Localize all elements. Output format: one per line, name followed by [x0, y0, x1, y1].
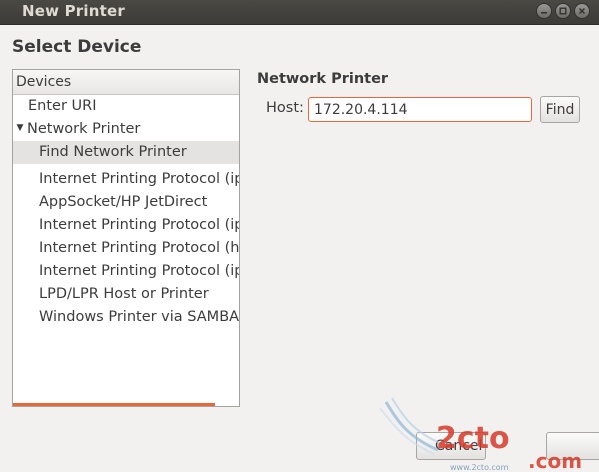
tree-item-label: Internet Printing Protocol (ipp — [39, 217, 240, 233]
tree-item-network-printer[interactable]: ▼ Network Printer — [13, 118, 239, 141]
device-list-header[interactable]: Devices — [13, 70, 239, 95]
cancel-button[interactable]: Cancel — [416, 432, 486, 460]
expander-arrow-icon[interactable]: ▼ — [13, 118, 27, 139]
tree-item-label: LPD/LPR Host or Printer — [39, 286, 209, 302]
host-label: Host: — [266, 100, 304, 116]
maximize-icon[interactable] — [555, 3, 571, 19]
close-icon[interactable] — [574, 3, 590, 19]
host-input[interactable] — [308, 97, 532, 122]
tree-item-label: Network Printer — [27, 121, 141, 137]
forward-button[interactable] — [546, 432, 599, 460]
find-button[interactable]: Find — [540, 96, 580, 123]
device-list: Devices Enter URI ▼ Network Printer Find … — [12, 69, 240, 407]
tree-item-ipp-3[interactable]: Internet Printing Protocol (ipp — [13, 260, 240, 283]
tree-item-label: Windows Printer via SAMBA — [39, 309, 240, 325]
minimize-icon[interactable] — [536, 3, 552, 19]
tree-item-lpd[interactable]: LPD/LPR Host or Printer — [13, 283, 239, 306]
tree-item-find-network-printer[interactable]: Find Network Printer — [13, 141, 239, 164]
new-printer-window: New Printer Select Device Devices Enter … — [0, 0, 599, 472]
tree-item-enter-uri[interactable]: Enter URI — [13, 95, 239, 118]
tree-item-ipp-2[interactable]: Internet Printing Protocol (ipp — [13, 214, 240, 237]
tree-item-label: Enter URI — [28, 98, 97, 114]
window-title: New Printer — [22, 2, 125, 20]
page-title: Select Device — [12, 37, 142, 57]
network-printer-title: Network Printer — [257, 71, 389, 87]
tree-item-label: Internet Printing Protocol (htt — [39, 240, 240, 256]
tree-item-label: Find Network Printer — [39, 144, 187, 160]
tree-item-samba[interactable]: Windows Printer via SAMBA — [13, 306, 240, 329]
svg-text:www.2cto.com: www.2cto.com — [450, 463, 509, 472]
tree-item-label: Internet Printing Protocol (ipp — [39, 263, 240, 279]
title-bar[interactable]: New Printer — [0, 0, 599, 25]
tree-item-ipp-https[interactable]: Internet Printing Protocol (htt — [13, 237, 240, 260]
tree-item-label: Internet Printing Protocol (ipp — [39, 171, 240, 187]
horizontal-scrollbar[interactable] — [13, 403, 215, 406]
tree-item-ipp-1[interactable]: Internet Printing Protocol (ipp — [13, 168, 240, 191]
tree-item-appsocket[interactable]: AppSocket/HP JetDirect — [13, 191, 239, 214]
window-controls — [536, 3, 590, 19]
tree-item-label: AppSocket/HP JetDirect — [39, 194, 208, 210]
